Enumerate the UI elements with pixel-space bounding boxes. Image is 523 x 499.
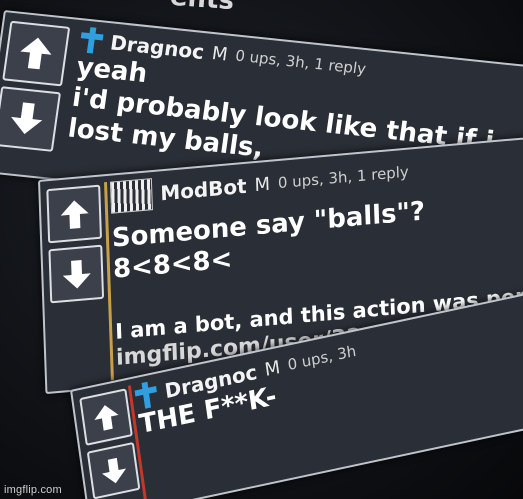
mod-badge: M bbox=[254, 173, 271, 196]
arrow-up-icon bbox=[20, 38, 52, 70]
arrow-down-icon bbox=[101, 457, 126, 483]
screen-photo: ents Dragnoc M 0 ups, 3h, 1 reply yeah i… bbox=[0, 0, 523, 499]
arrow-down-icon bbox=[11, 102, 43, 135]
cross-icon bbox=[79, 26, 105, 54]
comment-meta: 0 ups, 3h, 1 reply bbox=[277, 162, 410, 193]
arrow-up-icon bbox=[60, 199, 89, 229]
downvote-button[interactable] bbox=[48, 244, 105, 304]
arrow-up-icon bbox=[93, 404, 119, 431]
upvote-button[interactable] bbox=[46, 184, 103, 244]
cross-icon bbox=[134, 380, 159, 410]
upvote-button[interactable] bbox=[2, 20, 71, 87]
section-heading-fragment: ents bbox=[169, 0, 235, 16]
downvote-button[interactable] bbox=[86, 441, 141, 499]
vote-column bbox=[46, 184, 108, 304]
upvote-button[interactable] bbox=[79, 388, 133, 446]
username-link[interactable]: ModBot bbox=[160, 174, 247, 206]
bot-avatar[interactable] bbox=[110, 178, 153, 214]
mod-badge: M bbox=[263, 356, 282, 381]
mod-badge: M bbox=[210, 42, 229, 66]
watermark: imgflip.com bbox=[4, 484, 62, 496]
arrow-down-icon bbox=[62, 259, 91, 289]
downvote-button[interactable] bbox=[0, 86, 62, 152]
vote-column bbox=[0, 20, 71, 152]
